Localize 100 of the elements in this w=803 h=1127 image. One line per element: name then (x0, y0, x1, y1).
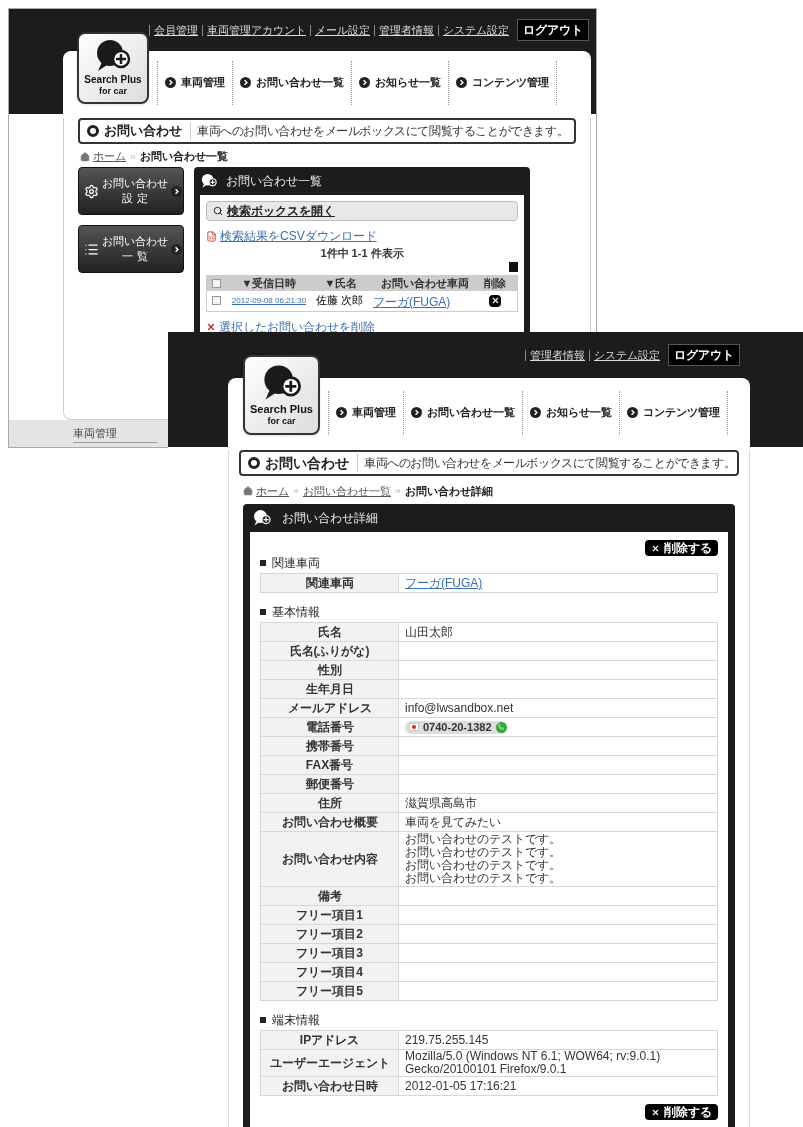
field-value: 車両を見てみたい (405, 815, 501, 829)
side-menu-button[interactable]: お問い合わせ 一 覧 (78, 225, 184, 273)
logo-card[interactable]: Search Plus for car (243, 355, 320, 435)
checkbox[interactable] (211, 278, 221, 288)
phone-number-pill[interactable]: 0740-20-1382 (405, 720, 507, 734)
button-label: お問い合わせ (102, 176, 168, 191)
vehicle-link[interactable]: フーガ(FUGA) (405, 574, 483, 592)
nav-link[interactable]: お知らせ一覧 (359, 74, 441, 91)
home-icon (243, 486, 253, 496)
close-icon (651, 543, 660, 553)
message-line: お問い合わせのテストです。 (405, 859, 561, 872)
header-link[interactable]: 会員管理 (149, 24, 202, 36)
field-value: 山田太郎 (405, 625, 453, 639)
column-header[interactable]: ▼氏名 (313, 274, 369, 292)
field-label: IPアドレス (261, 1031, 399, 1049)
delete-button[interactable]: 削除する (645, 540, 718, 556)
field-label: 携帯番号 (261, 737, 399, 755)
field-label: フリー項目3 (261, 944, 399, 962)
breadcrumb-link[interactable]: ホーム (256, 482, 289, 500)
square-bullet-icon (260, 560, 266, 566)
arrow-circle-icon (171, 185, 182, 197)
field-label: フリー項目4 (261, 963, 399, 981)
field-label: 氏名(ふりがな) (261, 642, 399, 660)
page-description: 車両へのお問い合わせをメールボックスにて閲覧することができます。 (190, 122, 569, 140)
checkbox[interactable] (211, 296, 221, 305)
field-value: 219.75.255.145 (405, 1033, 489, 1047)
breadcrumb-link[interactable]: ホーム (93, 148, 126, 165)
section-heading: 基本情報 (272, 604, 320, 621)
nav-link[interactable]: お知らせ一覧 (530, 404, 612, 421)
section-heading: 関連車両 (272, 555, 320, 572)
delete-icon (206, 321, 216, 332)
column-header: 削除 (483, 275, 507, 291)
arrow-circle-icon (456, 77, 467, 88)
field-label: お問い合わせ内容 (261, 832, 399, 886)
logout-button[interactable]: ログアウト (517, 19, 589, 41)
vehicle-link[interactable]: フーガ(FUGA) (373, 294, 451, 309)
side-menu-button[interactable]: お問い合わせ 設 定 (78, 167, 184, 215)
field-label: お問い合わせ概要 (261, 813, 399, 831)
menu-heading[interactable]: 車両管理 (73, 425, 157, 443)
breadcrumb-link[interactable]: お問い合わせ一覧 (303, 482, 391, 500)
logo-card[interactable]: Search Plus for car (77, 31, 149, 104)
logo-subtitle: for car (99, 86, 127, 98)
nav-link[interactable]: お問い合わせ一覧 (411, 404, 515, 421)
logo-subtitle: for car (267, 416, 296, 428)
column-header[interactable]: ▼受信日時 (225, 274, 313, 292)
section-heading: 端末情報 (272, 1012, 320, 1029)
field-value: info@lwsandbox.net (405, 701, 514, 715)
header-link[interactable]: メール設定 (310, 24, 374, 36)
delete-row-button[interactable] (489, 294, 501, 307)
name-cell-text: 佐藤 次郎 (315, 293, 365, 309)
message-line: お問い合わせのテストです。 (405, 846, 561, 859)
csv-download-link[interactable]: 検索結果をCSVダウンロード (220, 227, 377, 245)
nav-link[interactable]: お問い合わせ一覧 (240, 74, 344, 91)
nav-link[interactable]: 車両管理 (336, 404, 396, 421)
home-icon (80, 151, 90, 162)
header-link[interactable]: 車両管理アカウント (202, 24, 310, 36)
button-label: 一 覧 (122, 249, 148, 264)
field-value: 滋賀県高島市 (405, 796, 477, 810)
phone-icon (495, 721, 507, 733)
date-link[interactable]: 2012-09-08 06:21:30 (231, 294, 307, 307)
result-count: 1件中 1-1 件表示 (320, 246, 404, 261)
chevron-icon (394, 487, 402, 495)
header-link[interactable]: 管理者情報 (525, 349, 589, 361)
header-link[interactable]: 管理者情報 (374, 24, 438, 36)
nav-link[interactable]: コンテンツ管理 (627, 404, 720, 421)
flag-icon (409, 723, 419, 731)
panel-title: お問い合わせ詳細 (282, 510, 378, 527)
square-bullet-icon (260, 609, 266, 615)
header-link[interactable]: システム設定 (438, 24, 513, 36)
nav-link[interactable]: コンテンツ管理 (456, 74, 549, 91)
arrow-circle-icon (165, 77, 176, 88)
gear-icon (84, 183, 99, 199)
logout-button[interactable]: ログアウト (668, 344, 740, 366)
arrow-circle-icon (411, 407, 422, 418)
arrow-circle-icon (530, 407, 541, 418)
breadcrumb-current: お問い合わせ詳細 (405, 483, 493, 499)
spreadsheet-icon (206, 230, 217, 242)
header-link[interactable]: システム設定 (589, 349, 664, 361)
nav-link[interactable]: 車両管理 (165, 74, 225, 91)
breadcrumb-current: お問い合わせ一覧 (140, 149, 228, 165)
field-label: 氏名 (261, 623, 399, 641)
square-button[interactable] (509, 261, 518, 272)
field-label: フリー項目2 (261, 925, 399, 943)
field-label: メールアドレス (261, 699, 399, 717)
panel-title: お問い合わせ一覧 (226, 173, 322, 190)
message-line: お問い合わせのテストです。 (405, 833, 561, 846)
close-icon (651, 1107, 660, 1117)
field-label: お問い合わせ日時 (261, 1077, 399, 1095)
square-bullet-icon (260, 1017, 266, 1023)
field-label: フリー項目5 (261, 982, 399, 1000)
chat-bubble-plus-icon (200, 173, 218, 189)
ring-icon (248, 457, 260, 469)
button-label: 設 定 (122, 191, 148, 206)
delete-button[interactable]: 削除する (645, 1104, 718, 1120)
search-toggle[interactable]: 検索ボックスを開く (206, 201, 518, 221)
field-label: 性別 (261, 661, 399, 679)
field-value: Mozilla/5.0 (Windows NT 6.1; WOW64; rv:9.0.1) Gecko/20100101 Firefox/9.0.1 (405, 1050, 662, 1076)
message-line: お問い合わせのテストです。 (405, 872, 561, 885)
button-label: お問い合わせ (102, 234, 168, 249)
arrow-circle-icon (336, 407, 347, 418)
